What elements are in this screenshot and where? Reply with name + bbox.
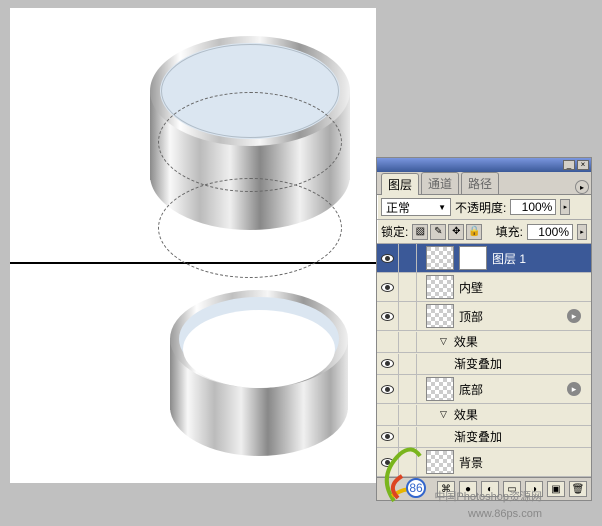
visibility-toggle[interactable]: [377, 244, 399, 272]
eye-icon: [381, 283, 394, 292]
fx-toggle-button[interactable]: ▸: [567, 382, 581, 396]
link-col[interactable]: [399, 244, 417, 272]
blend-mode-value: 正常: [386, 199, 410, 216]
visibility-toggle[interactable]: [377, 375, 399, 403]
opacity-flyout-button[interactable]: ▸: [560, 199, 570, 215]
eye-icon: [381, 385, 394, 394]
new-layer-button[interactable]: ▣: [547, 481, 565, 497]
blend-mode-select[interactable]: 正常 ▼: [381, 198, 451, 216]
watermark-text-2: www.86ps.com: [468, 508, 542, 520]
eye-icon: [381, 254, 394, 263]
layer-row[interactable]: ▽ 效果: [377, 404, 591, 426]
close-button[interactable]: ×: [577, 160, 589, 170]
lock-fill-row: 锁定: ▧ ✎ ✥ 🔒 填充: 100% ▸: [377, 220, 591, 244]
layer-name: 效果: [454, 406, 478, 423]
layer-thumbnail[interactable]: [426, 246, 454, 270]
fill-flyout-button[interactable]: ▸: [577, 224, 587, 240]
layer-thumbnail[interactable]: [426, 275, 454, 299]
layer-name: 效果: [454, 333, 478, 350]
panel-tabs: 图层 通道 路径 ▸: [377, 172, 591, 195]
site-logo: 86: [372, 436, 432, 506]
visibility-toggle[interactable]: [377, 302, 399, 330]
layer-name: 内壁: [459, 279, 483, 296]
tab-channels[interactable]: 通道: [421, 172, 459, 194]
link-col[interactable]: [399, 302, 417, 330]
layer-thumbnail[interactable]: [426, 377, 454, 401]
link-col[interactable]: [399, 405, 417, 425]
lock-transparency-button[interactable]: ▧: [412, 224, 428, 240]
panel-titlebar: _ ×: [377, 158, 591, 172]
layer-name: 图层 1: [492, 250, 526, 267]
lock-all-button[interactable]: 🔒: [466, 224, 482, 240]
layer-row[interactable]: 顶部 ▸: [377, 302, 591, 331]
visibility-toggle[interactable]: [377, 354, 399, 374]
chevron-down-icon: ▼: [438, 203, 446, 212]
link-col[interactable]: [399, 332, 417, 352]
fx-toggle-button[interactable]: ▸: [567, 309, 581, 323]
lock-pixels-button[interactable]: ✎: [430, 224, 446, 240]
layer-name: 背景: [459, 454, 483, 471]
visibility-toggle[interactable]: [377, 405, 399, 425]
fill-label: 填充:: [496, 223, 523, 240]
watermark-text-1: 中国Photoshop资源网: [434, 488, 542, 504]
delete-layer-button[interactable]: 🗑: [569, 481, 587, 497]
layer-row[interactable]: 底部 ▸: [377, 375, 591, 404]
layer-name: 渐变叠加: [454, 428, 502, 445]
svg-text:86: 86: [409, 481, 423, 495]
opacity-label: 不透明度:: [455, 199, 506, 216]
fill-input[interactable]: 100%: [527, 224, 573, 240]
link-col[interactable]: [399, 273, 417, 301]
mask-thumbnail[interactable]: [459, 246, 487, 270]
layer-thumbnail[interactable]: [426, 304, 454, 328]
panel-menu-button[interactable]: ▸: [575, 180, 589, 194]
lock-label: 锁定:: [381, 223, 408, 240]
eye-icon: [381, 359, 394, 368]
tab-paths[interactable]: 路径: [461, 172, 499, 194]
link-col[interactable]: [399, 375, 417, 403]
visibility-toggle[interactable]: [377, 273, 399, 301]
visibility-toggle[interactable]: [377, 332, 399, 352]
minimize-button[interactable]: _: [563, 160, 575, 170]
tab-layers[interactable]: 图层: [381, 173, 419, 195]
blend-opacity-row: 正常 ▼ 不透明度: 100% ▸: [377, 195, 591, 220]
layer-row[interactable]: 渐变叠加: [377, 353, 591, 375]
lock-position-button[interactable]: ✥: [448, 224, 464, 240]
layer-row[interactable]: 内壁: [377, 273, 591, 302]
layer-name: 底部: [459, 381, 483, 398]
layer-name: 顶部: [459, 308, 483, 325]
triangle-icon: ▽: [440, 409, 447, 420]
layer-row[interactable]: ▽ 效果: [377, 331, 591, 353]
eye-icon: [381, 312, 394, 321]
link-col[interactable]: [399, 354, 417, 374]
artwork-bottom: [170, 290, 350, 460]
layer-row[interactable]: 图层 1: [377, 244, 591, 273]
layer-name: 渐变叠加: [454, 355, 502, 372]
selection-marquee: [158, 92, 342, 192]
opacity-input[interactable]: 100%: [510, 199, 556, 215]
triangle-icon: ▽: [440, 336, 447, 347]
artwork-top: [150, 30, 350, 230]
